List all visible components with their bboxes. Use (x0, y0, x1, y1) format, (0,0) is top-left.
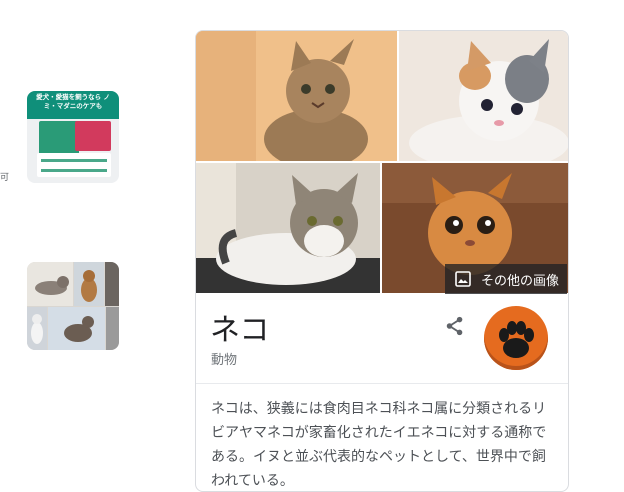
share-icon[interactable] (444, 315, 466, 337)
product-label-line (41, 159, 107, 162)
collage-tile (106, 307, 119, 350)
product-label-strip (37, 153, 111, 177)
cat-image-2[interactable] (399, 31, 568, 161)
collage-tile (48, 307, 105, 350)
ad-thumbnail[interactable]: 愛犬・愛猫を飼うなら ノミ・マダニのケアも (27, 91, 119, 183)
entity-subtitle: 動物 (211, 353, 238, 368)
cat-image-1[interactable] (196, 31, 397, 161)
entity-title: ネコ (210, 314, 270, 347)
product-box-green (39, 121, 79, 155)
collage-tile (74, 262, 104, 306)
left-edge-text: 可 (0, 173, 10, 183)
ad-band-text: 愛犬・愛猫を飼うなら ノミ・マダニのケアも (36, 93, 110, 110)
collage-tile (27, 307, 47, 350)
product-label-line (41, 169, 107, 172)
cat-collage-thumbnail[interactable] (27, 262, 119, 350)
entity-description: ネコは、狭義には食肉目ネコ科ネコ属に分類されるリビアヤマネコが家畜化されたイエネ… (211, 401, 547, 489)
paw-icon[interactable] (484, 306, 548, 370)
collage-tile (105, 262, 119, 306)
cat-image-3[interactable] (196, 163, 380, 293)
product-box-red (75, 121, 111, 151)
more-images-label: その他の画像 (481, 273, 560, 289)
more-images-button[interactable]: その他の画像 (445, 264, 567, 294)
image-icon (455, 271, 471, 287)
collage-tile (27, 262, 73, 306)
section-divider (196, 383, 568, 384)
knowledge-panel: その他の画像 ネコ 動物 ネコは、狭義には食肉目ネコ科ネコ属に分類されるリビアヤ… (195, 30, 569, 492)
